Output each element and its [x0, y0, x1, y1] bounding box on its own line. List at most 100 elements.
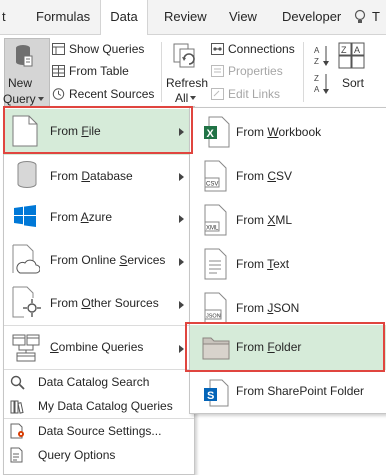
tell-me-lightbulb-icon[interactable]: [353, 9, 369, 25]
menu-item-label: Data Source Settings...: [38, 424, 162, 438]
menu-item-label: Query Options: [38, 448, 116, 462]
submenu-arrow-icon: [179, 128, 184, 136]
menu-item-from-csv[interactable]: CSV From CSV: [190, 154, 386, 198]
menu-item-label: From Database: [50, 169, 133, 183]
refresh-all-label-line2[interactable]: All: [175, 89, 197, 107]
menu-item-label: My Data Catalog Queries: [38, 399, 173, 413]
xml-file-icon: XML: [204, 204, 230, 239]
menu-item-label: From Text: [236, 257, 290, 271]
menu-item-from-json[interactable]: JSON From JSON: [190, 286, 386, 330]
from-file-submenu: X From Workbook CSV From CSV XML From XM…: [189, 107, 386, 414]
submenu-arrow-icon: [179, 215, 184, 223]
from-table-icon: [52, 64, 65, 77]
menu-separator: [4, 369, 194, 370]
menu-item-from-folder[interactable]: From Folder: [190, 325, 386, 370]
new-query-database-icon: [15, 44, 33, 67]
database-icon: [14, 160, 40, 193]
connections-button[interactable]: Connections: [211, 40, 295, 58]
file-icon: [12, 115, 38, 150]
new-query-menu: From File From Database From Azure From …: [3, 106, 195, 475]
menu-item-from-other-sources[interactable]: From Other Sources: [4, 281, 194, 324]
sort-dialog-icon[interactable]: ZA: [338, 42, 366, 70]
refresh-all-icon: [172, 42, 198, 70]
folder-icon: [202, 334, 230, 363]
menu-item-label: From SharePoint Folder: [236, 384, 365, 398]
menu-item-label: From Workbook: [236, 125, 322, 139]
svg-text:Z: Z: [341, 45, 347, 55]
from-table-button[interactable]: From Table: [52, 62, 129, 80]
catalog-search-icon: [10, 375, 26, 394]
tab-view[interactable]: View: [229, 0, 257, 34]
cloud-icon: [12, 244, 41, 277]
menu-item-from-xml[interactable]: XML From XML: [190, 198, 386, 242]
menu-item-label: From Other Sources: [50, 296, 159, 310]
menu-item-label: Combine Queries: [50, 340, 144, 354]
new-query-label-line2: Query: [3, 92, 44, 106]
svg-text:CSV: CSV: [206, 182, 218, 188]
properties-button[interactable]: Properties: [211, 62, 283, 80]
csv-file-icon: CSV: [204, 160, 230, 195]
menu-item-label: From File: [50, 124, 101, 138]
text-file-icon: [204, 248, 230, 283]
my-catalog-queries-icon: [10, 399, 26, 418]
query-options-icon: [10, 447, 26, 466]
svg-text:XML: XML: [206, 226, 219, 232]
svg-text:Z: Z: [314, 57, 319, 66]
menu-item-label: From Online Services: [50, 253, 166, 267]
menu-item-data-catalog-search[interactable]: Data Catalog Search: [4, 371, 194, 393]
menu-item-query-options[interactable]: Query Options: [4, 444, 194, 466]
menu-item-label: From JSON: [236, 301, 300, 315]
tab-data[interactable]: Data: [100, 0, 148, 35]
menu-item-label: From Folder: [236, 340, 302, 354]
properties-icon: [211, 64, 224, 77]
ribbon-tab-bar: t Formulas Data Review View Developer T: [0, 0, 386, 35]
azure-windows-icon: [14, 205, 36, 230]
excel-workbook-icon: X: [204, 116, 230, 151]
sharepoint-folder-icon: S: [204, 379, 230, 410]
new-query-label-line1: New: [8, 76, 33, 90]
ribbon-group-separator: [161, 42, 162, 102]
tab-partial[interactable]: t: [2, 0, 6, 34]
svg-text:JSON: JSON: [206, 314, 221, 320]
menu-item-from-online-services[interactable]: From Online Services: [4, 238, 194, 281]
tab-developer[interactable]: Developer: [282, 0, 341, 34]
sort-button[interactable]: Sort: [342, 74, 364, 92]
dropdown-arrow-icon: [37, 97, 44, 101]
submenu-arrow-icon: [179, 301, 184, 309]
menu-item-label: From CSV: [236, 169, 293, 183]
menu-item-from-database[interactable]: From Database: [4, 152, 194, 195]
svg-text:X: X: [207, 128, 215, 140]
menu-separator: [4, 418, 194, 419]
menu-item-from-sharepoint-folder[interactable]: S From SharePoint Folder: [190, 371, 386, 413]
svg-text:S: S: [207, 390, 214, 402]
menu-item-from-workbook[interactable]: X From Workbook: [190, 110, 386, 154]
dropdown-arrow-icon: [190, 96, 197, 100]
submenu-arrow-icon: [179, 258, 184, 266]
svg-text:Z: Z: [314, 74, 319, 83]
show-queries-button[interactable]: Show Queries: [52, 40, 144, 58]
menu-item-label: Data Catalog Search: [38, 375, 150, 389]
connections-icon: [211, 42, 224, 55]
menu-item-from-file[interactable]: From File: [4, 109, 194, 155]
menu-item-data-source-settings[interactable]: Data Source Settings...: [4, 420, 194, 442]
menu-item-combine-queries[interactable]: Combine Queries: [4, 326, 194, 368]
recent-sources-button[interactable]: Recent Sources: [52, 85, 154, 103]
edit-links-button[interactable]: Edit Links: [211, 85, 280, 103]
menu-item-my-data-catalog-queries[interactable]: My Data Catalog Queries: [4, 395, 194, 417]
tab-formulas[interactable]: Formulas: [36, 0, 90, 34]
other-sources-icon: [12, 286, 42, 321]
sort-a-to-z-icon[interactable]: AZ: [314, 44, 330, 68]
menu-item-from-text[interactable]: From Text: [190, 242, 386, 286]
recent-sources-clock-icon: [52, 87, 65, 100]
tell-me-label[interactable]: T: [372, 0, 380, 34]
tab-review[interactable]: Review: [164, 0, 207, 34]
svg-text:A: A: [314, 85, 320, 94]
submenu-arrow-icon: [179, 173, 184, 181]
svg-text:A: A: [314, 46, 320, 55]
edit-links-icon: [211, 87, 224, 100]
menu-item-label: From XML: [236, 213, 293, 227]
submenu-arrow-icon: [179, 345, 184, 353]
menu-item-from-azure[interactable]: From Azure: [4, 195, 194, 238]
sort-z-to-a-icon[interactable]: ZA: [314, 72, 330, 96]
menu-item-label: From Azure: [50, 210, 113, 224]
